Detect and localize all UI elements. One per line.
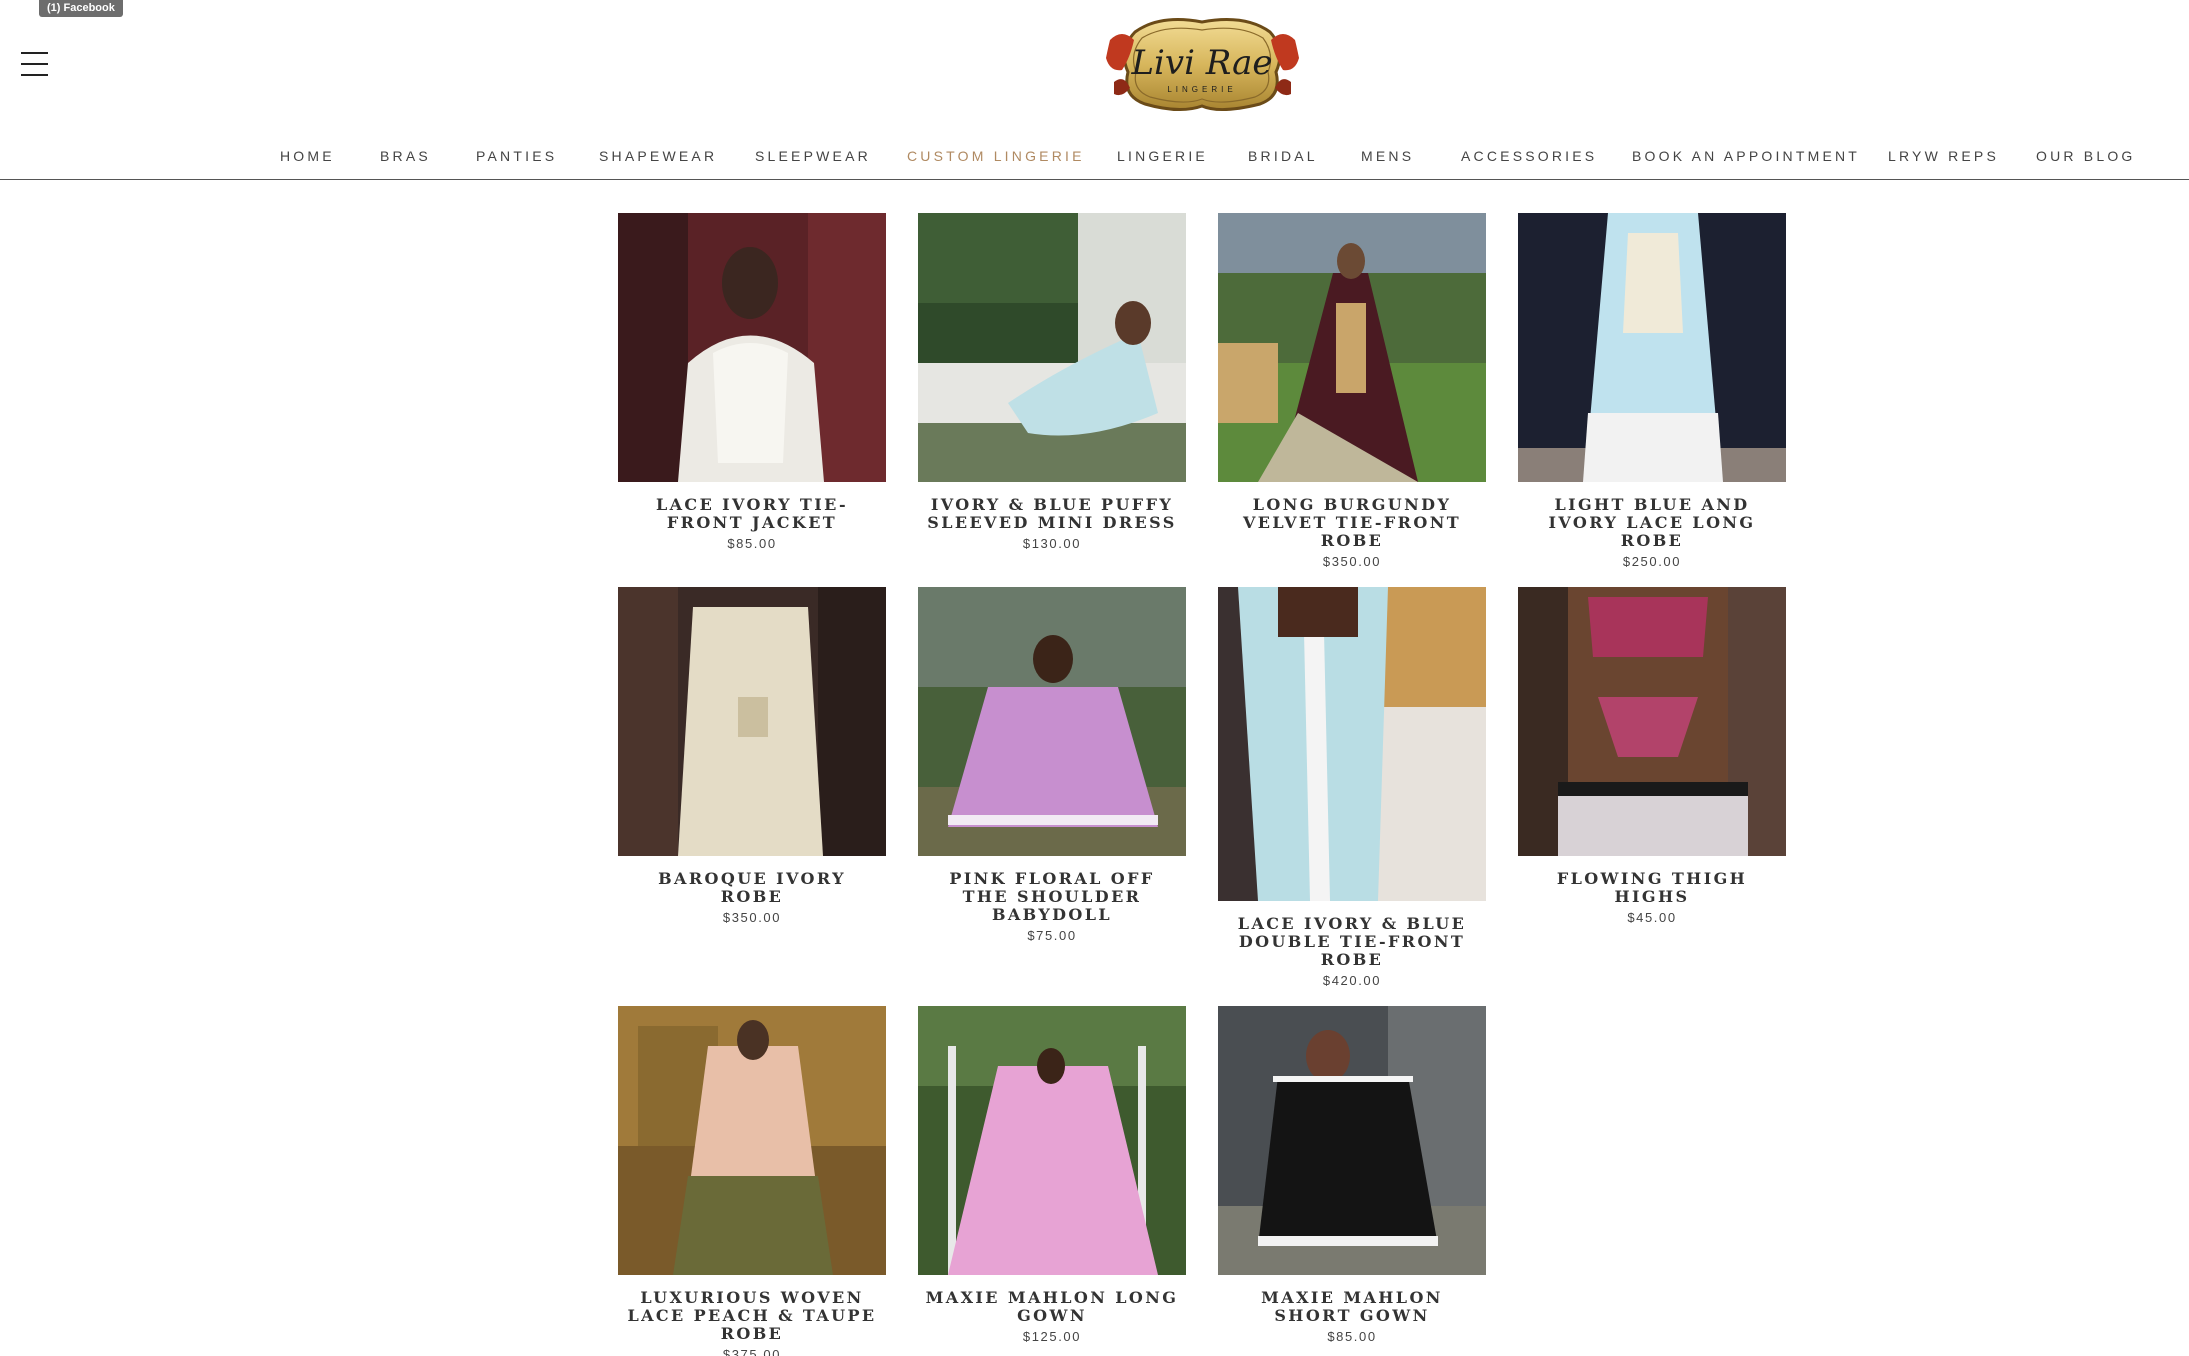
- product-image[interactable]: [918, 213, 1186, 482]
- product-title[interactable]: LACE IVORY & BLUE DOUBLE TIE-FRONT ROBE: [1218, 915, 1486, 969]
- product-card: LACE IVORY & BLUE DOUBLE TIE-FRONT ROBE …: [1218, 587, 1486, 988]
- nav-item-lryw-reps[interactable]: LRYW REPS: [1888, 148, 1999, 164]
- product-title[interactable]: FLOWING THIGH HIGHS: [1518, 870, 1786, 906]
- nav-item-shapewear[interactable]: SHAPEWEAR: [599, 148, 717, 164]
- brand-tagline: LINGERIE: [1167, 85, 1236, 94]
- product-image[interactable]: [1518, 213, 1786, 482]
- product-price: $85.00: [1327, 1329, 1377, 1344]
- nav-item-home[interactable]: HOME: [280, 148, 335, 164]
- nav-item-lingerie[interactable]: LINGERIE: [1117, 148, 1208, 164]
- nav-item-bras[interactable]: BRAS: [380, 148, 431, 164]
- brand-logo[interactable]: Livi Rae LINGERIE: [1100, 10, 1305, 115]
- product-image[interactable]: [1218, 1006, 1486, 1275]
- nav-item-sleepwear[interactable]: SLEEPWEAR: [755, 148, 871, 164]
- facebook-browser-tab[interactable]: (1) Facebook: [39, 0, 123, 17]
- product-title[interactable]: MAXIE MAHLON SHORT GOWN: [1218, 1289, 1486, 1325]
- brand-name: Livi Rae: [1130, 43, 1272, 83]
- product-price: $350.00: [1322, 554, 1382, 569]
- product-image[interactable]: [618, 1006, 886, 1275]
- product-title[interactable]: LUXURIOUS WOVEN LACE PEACH & TAUPE ROBE: [618, 1289, 886, 1343]
- product-card: LACE IVORY TIE-FRONT JACKET $85.00: [618, 213, 886, 551]
- product-title[interactable]: IVORY & BLUE PUFFY SLEEVED MINI DRESS: [918, 496, 1186, 532]
- product-price: $250.00: [1622, 554, 1682, 569]
- product-card: BAROQUE IVORY ROBE $350.00: [618, 587, 886, 925]
- product-card: FLOWING THIGH HIGHS $45.00: [1518, 587, 1786, 925]
- product-price: $420.00: [1322, 973, 1382, 988]
- product-title[interactable]: LIGHT BLUE AND IVORY LACE LONG ROBE: [1518, 496, 1786, 550]
- product-card: MAXIE MAHLON LONG GOWN $125.00: [918, 1006, 1186, 1344]
- nav-item-our-blog[interactable]: OUR BLOG: [2036, 148, 2136, 164]
- product-title[interactable]: LACE IVORY TIE-FRONT JACKET: [618, 496, 886, 532]
- product-price: $375.00: [722, 1347, 782, 1356]
- product-card: MAXIE MAHLON SHORT GOWN $85.00: [1218, 1006, 1486, 1344]
- product-card: LIGHT BLUE AND IVORY LACE LONG ROBE $250…: [1518, 213, 1786, 569]
- nav-item-book-appointment[interactable]: BOOK AN APPOINTMENT: [1632, 148, 1860, 164]
- product-price: $75.00: [1027, 928, 1077, 943]
- product-card: LONG BURGUNDY VELVET TIE-FRONT ROBE $350…: [1218, 213, 1486, 569]
- product-image[interactable]: [918, 587, 1186, 856]
- product-image[interactable]: [1218, 587, 1486, 901]
- product-title[interactable]: LONG BURGUNDY VELVET TIE-FRONT ROBE: [1218, 496, 1486, 550]
- product-price: $45.00: [1627, 910, 1677, 925]
- product-image[interactable]: [1218, 213, 1486, 482]
- product-price: $125.00: [1022, 1329, 1082, 1344]
- nav-item-panties[interactable]: PANTIES: [476, 148, 557, 164]
- product-title[interactable]: BAROQUE IVORY ROBE: [618, 870, 886, 906]
- product-image[interactable]: [1518, 587, 1786, 856]
- product-image[interactable]: [618, 587, 886, 856]
- nav-item-accessories[interactable]: ACCESSORIES: [1461, 148, 1597, 164]
- nav-item-bridal[interactable]: BRIDAL: [1248, 148, 1318, 164]
- nav-item-custom-lingerie[interactable]: CUSTOM LINGERIE: [907, 148, 1085, 164]
- product-card: LUXURIOUS WOVEN LACE PEACH & TAUPE ROBE …: [618, 1006, 886, 1356]
- product-card: PINK FLORAL OFF THE SHOULDER BABYDOLL $7…: [918, 587, 1186, 943]
- product-card: IVORY & BLUE PUFFY SLEEVED MINI DRESS $1…: [918, 213, 1186, 551]
- nav-item-mens[interactable]: MENS: [1361, 148, 1414, 164]
- hamburger-menu-icon[interactable]: [21, 52, 48, 76]
- product-price: $350.00: [722, 910, 782, 925]
- product-price: $130.00: [1022, 536, 1082, 551]
- product-image[interactable]: [618, 213, 886, 482]
- product-price: $85.00: [727, 536, 777, 551]
- product-title[interactable]: PINK FLORAL OFF THE SHOULDER BABYDOLL: [918, 870, 1186, 924]
- main-navigation: HOME BRAS PANTIES SHAPEWEAR SLEEPWEAR CU…: [0, 140, 2189, 180]
- product-title[interactable]: MAXIE MAHLON LONG GOWN: [918, 1289, 1186, 1325]
- product-image[interactable]: [918, 1006, 1186, 1275]
